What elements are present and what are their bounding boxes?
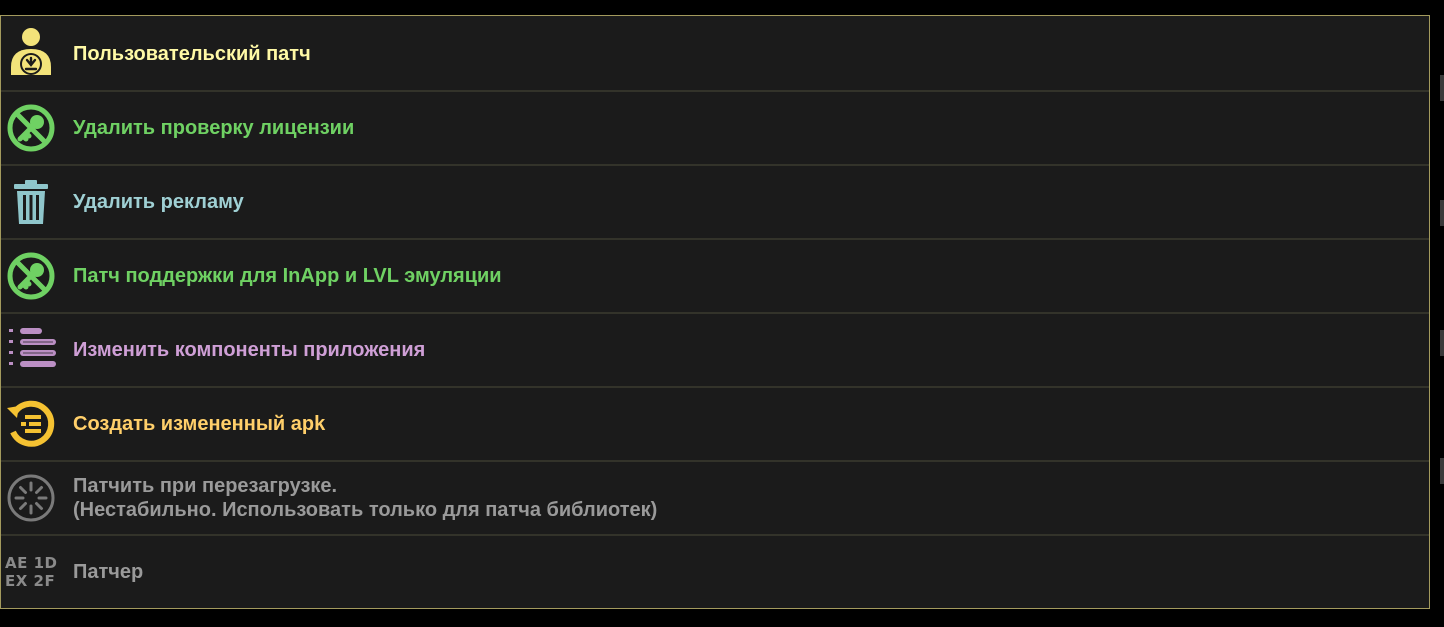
hex-line-1: AE 1D bbox=[5, 554, 58, 572]
menu-item-label-line1: Патчить при перезагрузке. bbox=[73, 475, 338, 497]
hex-code-icon: AE 1D EX 2F bbox=[1, 536, 61, 608]
right-edge-mark bbox=[1440, 75, 1444, 101]
right-edge-mark bbox=[1440, 458, 1444, 484]
no-key-icon bbox=[1, 240, 61, 312]
menu-item-create-modified-apk[interactable]: Создать измененный apk bbox=[1, 388, 1429, 460]
hex-line-2: EX 2F bbox=[5, 572, 56, 590]
right-edge-mark bbox=[1440, 330, 1444, 356]
person-download-icon bbox=[1, 18, 61, 90]
trash-icon bbox=[1, 166, 61, 238]
menu-item-label: Изменить компоненты приложения bbox=[73, 339, 426, 361]
components-list-icon bbox=[1, 314, 61, 386]
menu-item-remove-ads[interactable]: Удалить рекламу bbox=[1, 166, 1429, 238]
menu-item-label: Удалить рекламу bbox=[73, 191, 244, 213]
menu-item-label: Патчер bbox=[73, 561, 144, 583]
menu-item-custom-patch[interactable]: Пользовательский патч bbox=[1, 18, 1429, 90]
menu-item-patcher[interactable]: AE 1D EX 2F Патчер bbox=[1, 536, 1429, 608]
menu-item-change-components[interactable]: Изменить компоненты приложения bbox=[1, 314, 1429, 386]
right-edge-mark bbox=[1440, 200, 1444, 226]
menu-item-remove-license-check[interactable]: Удалить проверку лицензии bbox=[1, 92, 1429, 164]
rebuild-apk-icon bbox=[1, 388, 61, 460]
menu-item-label: Удалить проверку лицензии bbox=[73, 117, 355, 139]
menu-item-inapp-lvl-emulation[interactable]: Патч поддержки для InApp и LVL эмуляции bbox=[1, 240, 1429, 312]
menu-item-label-line2: (Нестабильно. Использовать только для па… bbox=[73, 499, 658, 521]
no-key-icon bbox=[1, 92, 61, 164]
loading-spinner-icon bbox=[1, 462, 61, 534]
menu-item-label: Создать измененный apk bbox=[73, 413, 326, 435]
menu-item-label: Патч поддержки для InApp и LVL эмуляции bbox=[73, 265, 502, 287]
menu-item-label: Пользовательский патч bbox=[73, 43, 311, 65]
screen: Пользовательский патч Удалить проверку л… bbox=[0, 0, 1444, 627]
menu-item-label: Патчить при перезагрузке. (Нестабильно. … bbox=[73, 474, 657, 522]
menu-item-patch-on-reboot[interactable]: Патчить при перезагрузке. (Нестабильно. … bbox=[1, 462, 1429, 534]
patch-menu-panel: Пользовательский патч Удалить проверку л… bbox=[0, 15, 1430, 609]
